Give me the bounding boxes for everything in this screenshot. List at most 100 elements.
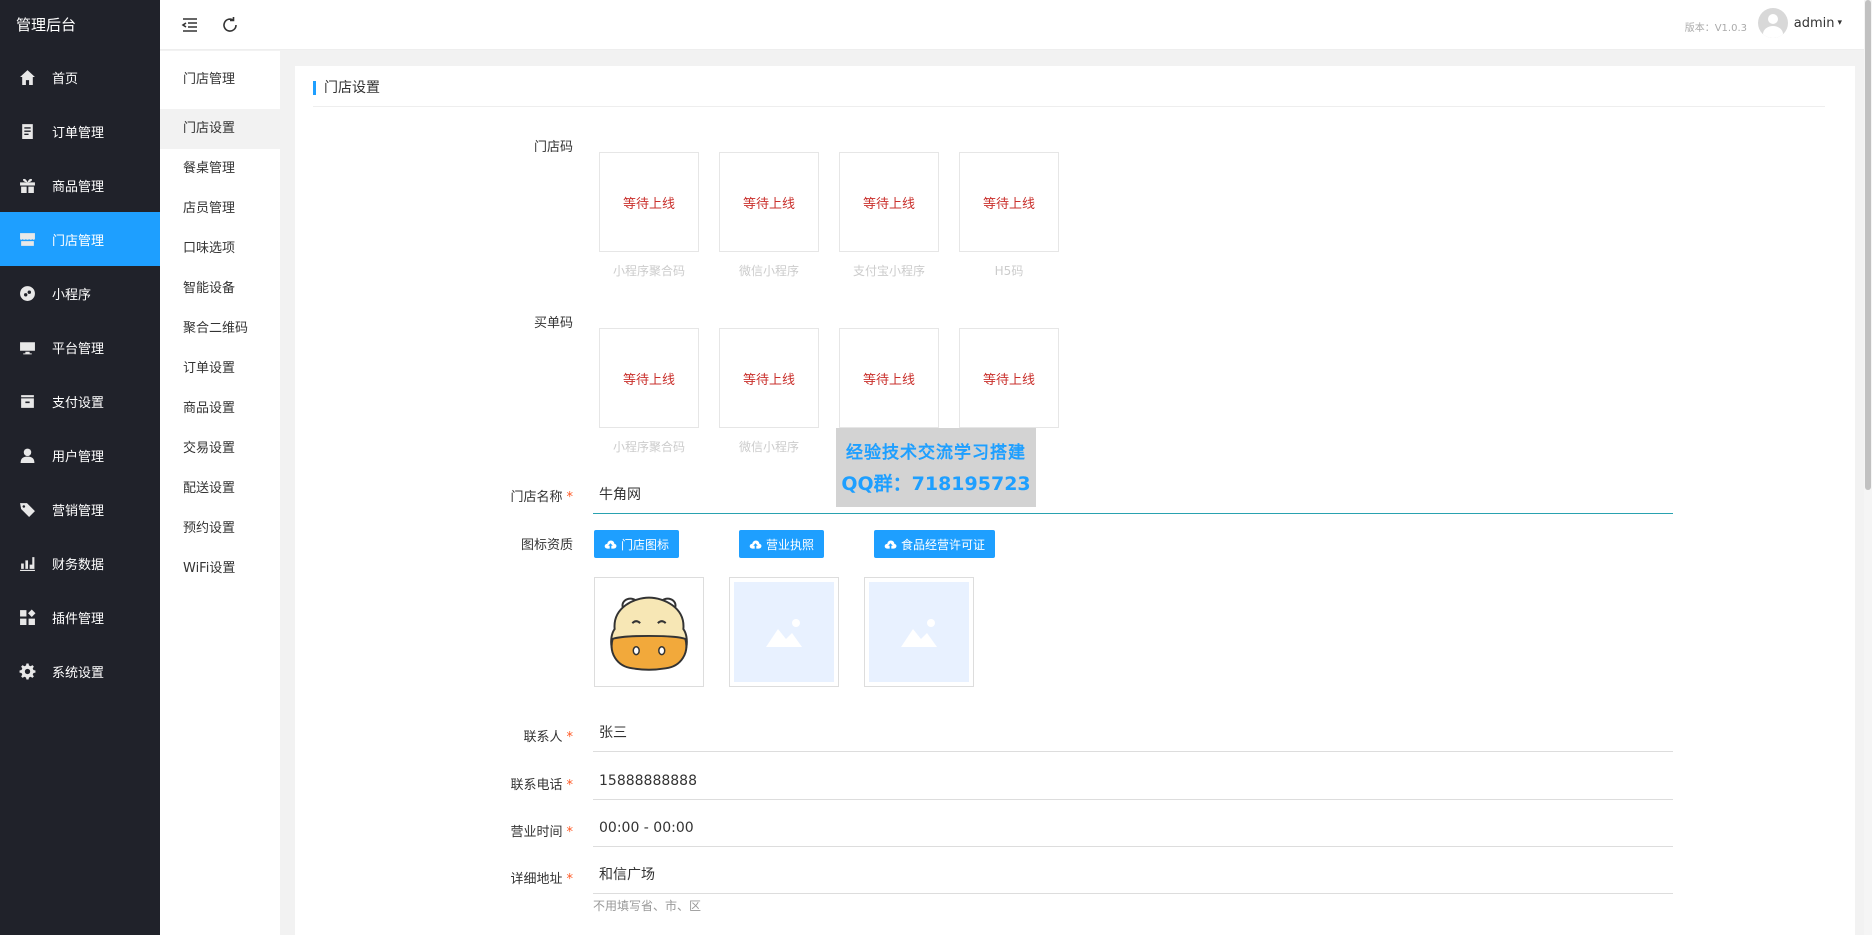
license-preview[interactable] [729,577,839,687]
sidebar-item-store[interactable]: 门店管理 [0,212,160,266]
qr-caption: 支付宝小程序 [852,264,925,278]
sidebar-item-label: 平台管理 [52,341,105,357]
cloud-upload-icon [884,539,897,549]
contact-input[interactable]: 张三 [593,714,1673,752]
sidebar-item-label: 支付设置 [52,395,105,411]
store-settings-card: 门店设置 门店码 等待上线 等待上线 等待上线 等待上线 小程序聚合码 微信小程… [295,66,1855,935]
subnav-item-reservation-settings[interactable]: 预约设置 [160,509,280,549]
sidebar-item-plugins[interactable]: 插件管理 [0,590,160,644]
page-title: 门店设置 [313,76,380,100]
upload-button-label: 食品经营许可证 [901,537,986,552]
sidebar-item-label: 门店管理 [52,233,105,249]
pay-code-h5: 等待上线 [959,328,1059,428]
subnav-item-devices[interactable]: 智能设备 [160,269,280,309]
phone-input[interactable]: 15888888888 [593,762,1673,800]
avatar[interactable] [1757,8,1788,38]
hours-label-text: 营业时间 [510,825,563,840]
chevron-down-icon[interactable]: ▾ [1837,18,1842,28]
food-permit-preview[interactable] [864,577,974,687]
sidebar-item-label: 首页 [52,71,79,87]
bar-chart-icon [18,554,36,572]
app-title: 管理后台 [16,16,77,34]
contact-label-text: 联系人 [523,730,563,745]
sidebar-item-marketing[interactable]: 营销管理 [0,482,160,536]
subnav-item-delivery-settings[interactable]: 配送设置 [160,469,280,509]
store-code-alipay: 等待上线 [839,152,939,252]
watermark-line1: 经验技术交流学习搭建 [846,443,1026,463]
subnav-item-trade-settings[interactable]: 交易设置 [160,429,280,469]
sidebar-item-finance[interactable]: 财务数据 [0,536,160,590]
order-list-icon [18,122,36,140]
pay-code-mini-aggregate: 等待上线 [599,328,699,428]
sidebar-item-settings[interactable]: 系统设置 [0,644,160,698]
store-name-label-text: 门店名称 [510,490,563,505]
gear-icon [18,662,36,680]
scrollbar-thumb[interactable] [1865,0,1871,490]
sidebar-item-label: 用户管理 [52,449,105,465]
phone-label-text: 联系电话 [510,778,563,793]
home-icon [18,68,36,86]
upload-license-button[interactable]: 营业执照 [739,530,825,558]
sidebar-item-label: 财务数据 [52,557,105,573]
subnav-item-flavors[interactable]: 口味选项 [160,229,280,269]
title-divider [313,106,1825,107]
subnav-item-order-settings[interactable]: 订单设置 [160,349,280,389]
address-label-text: 详细地址 [510,872,563,887]
user-icon [18,446,36,464]
sidebar-item-label: 商品管理 [52,179,105,195]
image-placeholder-icon [734,582,834,682]
sidebar-item-home[interactable]: 首页 [0,50,160,104]
sidebar-item-label: 营销管理 [52,503,105,519]
store-name-label: 门店名称 * [453,486,573,505]
upload-button-label: 营业执照 [766,537,815,552]
upload-button-label: 门店图标 [621,537,670,552]
contact-label: 联系人 * [453,726,573,745]
sidebar-item-orders[interactable]: 订单管理 [0,104,160,158]
icons-label: 图标资质 [520,538,573,553]
store-icon-preview[interactable] [594,577,704,687]
sub-navigation: 门店管理 门店设置 餐桌管理 店员管理 口味选项 智能设备 聚合二维码 订单设置… [160,51,280,935]
sidebar-item-payment[interactable]: 支付设置 [0,374,160,428]
address-input[interactable]: 和信广场 [593,856,1673,894]
gift-icon [18,176,36,194]
upload-store-icon-button[interactable]: 门店图标 [594,530,680,558]
page-scrollbar[interactable] [1864,0,1872,935]
required-mark: * [566,730,574,745]
qr-caption: 小程序聚合码 [612,440,685,454]
sidebar-item-label: 订单管理 [52,125,105,141]
subnav-item-qrcode[interactable]: 聚合二维码 [160,309,280,349]
refresh-icon[interactable] [220,15,240,35]
subnav-item-goods-settings[interactable]: 商品设置 [160,389,280,429]
qr-caption: 微信小程序 [738,440,799,454]
store-name-input[interactable]: 牛角网 [593,476,1673,514]
sidebar-item-users[interactable]: 用户管理 [0,428,160,482]
subnav-item-store-settings[interactable]: 门店设置 [160,109,280,149]
qr-caption: H5码 [994,264,1024,278]
pay-code-label: 买单码 [533,316,573,331]
store-icon [18,230,36,248]
sidebar-item-platform[interactable]: 平台管理 [0,320,160,374]
sidebar-item-label: 系统设置 [52,665,105,681]
watermark: 经验技术交流学习搭建 QQ群：718195723 [836,428,1036,507]
address-label: 详细地址 * [453,868,573,887]
wallet-icon [18,392,36,410]
sidebar-item-label: 小程序 [52,287,92,303]
subnav-item-wifi-settings[interactable]: WiFi设置 [160,549,280,589]
username[interactable]: admin [1794,16,1835,31]
cloud-upload-icon [749,539,762,549]
required-mark: * [566,490,574,505]
subnav-item-tables[interactable]: 餐桌管理 [160,149,280,189]
address-hint: 不用填写省、市、区 [593,899,702,913]
subnav-title: 门店管理 [183,72,236,87]
upload-food-permit-button[interactable]: 食品经营许可证 [874,530,996,558]
hours-label: 营业时间 * [453,821,573,840]
sidebar-item-label: 插件管理 [52,611,105,627]
collapse-menu-icon[interactable] [180,15,200,35]
pay-code-wechat: 等待上线 [719,328,819,428]
version-label: 版本：V1.0.3 [1684,23,1747,34]
sidebar-item-mini-program[interactable]: 小程序 [0,266,160,320]
user-menu[interactable]: admin ▾ [1757,8,1842,38]
sidebar-item-goods[interactable]: 商品管理 [0,158,160,212]
hours-input[interactable]: 00:00 - 00:00 [593,809,1673,847]
subnav-item-staff[interactable]: 店员管理 [160,189,280,229]
